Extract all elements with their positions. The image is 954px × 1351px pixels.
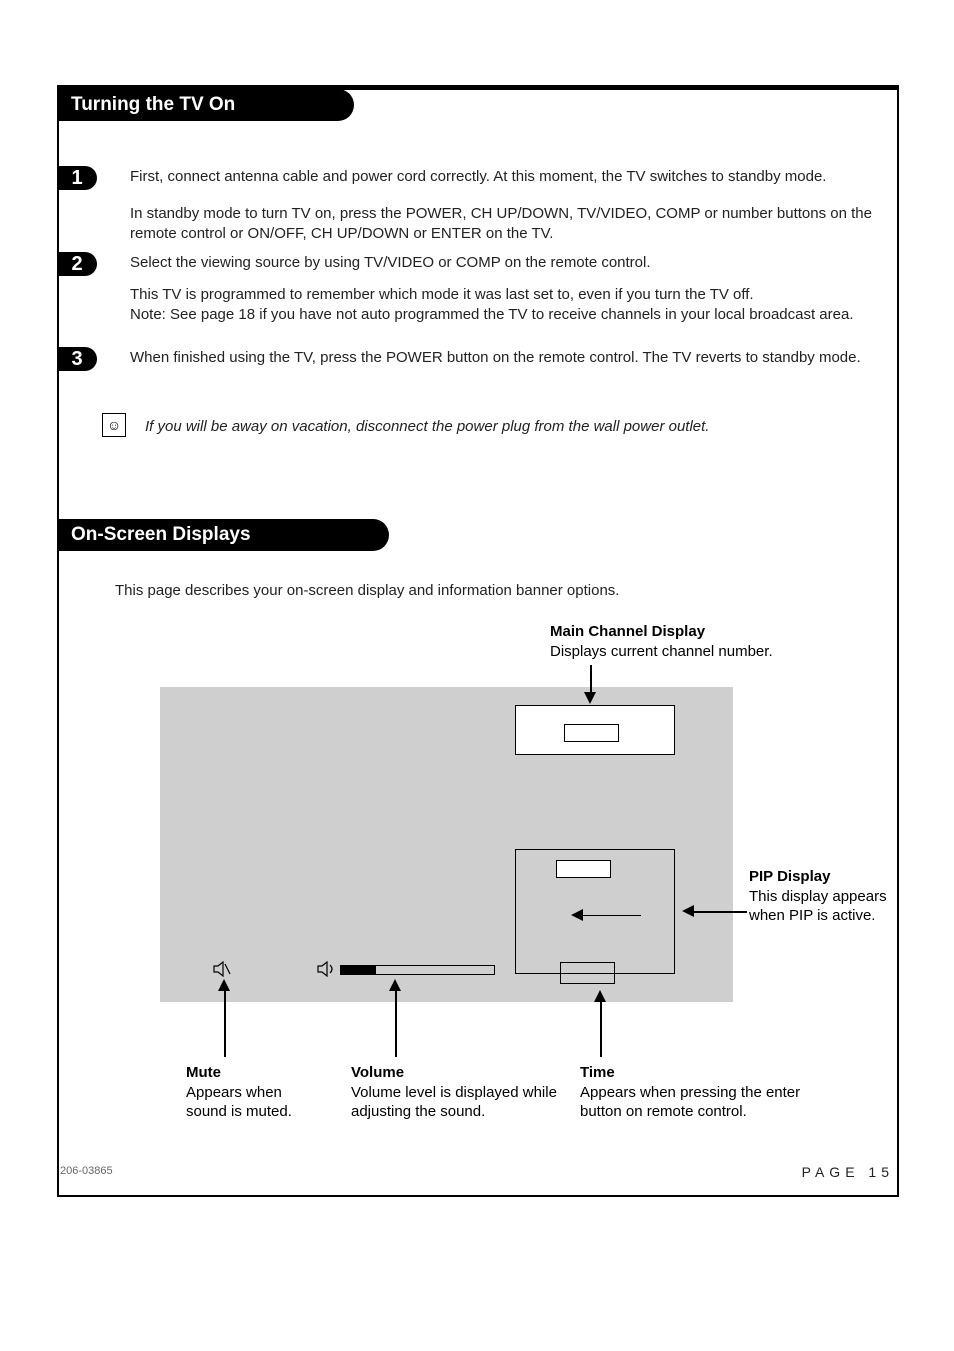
arrow-time-head [594, 990, 606, 1002]
pip-channel-inner [556, 860, 611, 878]
smiley-icon: ☺ [107, 418, 121, 432]
callout-main-channel-title: Main Channel Display [550, 623, 705, 640]
callout-time-desc: Appears when pressing the enter button o… [580, 1084, 800, 1121]
pip-inner-arrow-head [571, 909, 583, 921]
pip-inner-arrow-line [581, 915, 641, 916]
main-channel-inner [564, 724, 619, 742]
callout-pip-title: PIP Display [749, 868, 830, 885]
arrow-mute-line [224, 989, 226, 1057]
volume-speaker-icon [317, 961, 335, 980]
callout-mute-title: Mute [186, 1064, 221, 1081]
arrow-time-line [600, 1000, 602, 1057]
main-channel-box [515, 705, 675, 755]
volume-fill [341, 966, 376, 974]
step-badge-3: 3 [57, 347, 97, 371]
arrow-volume-line [395, 989, 397, 1057]
time-box [560, 962, 615, 984]
tip-icon-box: ☺ [102, 413, 126, 437]
callout-main-channel-desc: Displays current channel number. [550, 643, 773, 660]
arrow-pip-line [692, 911, 747, 913]
callout-volume-title: Volume [351, 1064, 404, 1081]
step3-para1: When finished using the TV, press the PO… [130, 348, 890, 368]
tv-screen-mock [160, 687, 733, 1002]
callout-time-title: Time [580, 1064, 615, 1081]
callout-main-channel: Main Channel Display Displays current ch… [550, 622, 830, 661]
section-heading-turning-on: Turning the TV On [59, 89, 354, 121]
arrow-volume-head [389, 979, 401, 991]
osd-intro: This page describes your on-screen displ… [115, 581, 875, 601]
step1-para2: In standby mode to turn TV on, press the… [130, 204, 890, 245]
step1-para1: First, connect antenna cable and power c… [130, 167, 890, 187]
pip-box [515, 849, 675, 974]
section-heading-osd: On-Screen Displays [59, 519, 389, 551]
callout-mute-desc: Appears when sound is muted. [186, 1084, 292, 1121]
callout-pip-desc: This display appears when PIP is active. [749, 888, 887, 925]
callout-time: Time Appears when pressing the enter but… [580, 1063, 830, 1122]
step-badge-2: 2 [57, 252, 97, 276]
callout-mute: Mute Appears when sound is muted. [186, 1063, 326, 1122]
footer-page-number: PAGE 15 [802, 1164, 894, 1180]
step-badge-1: 1 [57, 166, 97, 190]
tip-text: If you will be away on vacation, disconn… [145, 417, 885, 437]
mute-speaker-icon [213, 961, 231, 980]
volume-bar [340, 965, 495, 975]
step2-para1: Select the viewing source by using TV/VI… [130, 253, 890, 273]
arrow-main-channel-head [584, 692, 596, 704]
arrow-mute-head [218, 979, 230, 991]
callout-pip: PIP Display This display appears when PI… [749, 867, 889, 926]
arrow-main-channel-line [590, 665, 592, 694]
footer-doc-number: 206-03865 [60, 1165, 113, 1177]
step2-para2: This TV is programmed to remember which … [130, 285, 890, 326]
callout-volume-desc: Volume level is displayed while adjustin… [351, 1084, 557, 1121]
arrow-pip-head [682, 905, 694, 917]
callout-volume: Volume Volume level is displayed while a… [351, 1063, 561, 1122]
